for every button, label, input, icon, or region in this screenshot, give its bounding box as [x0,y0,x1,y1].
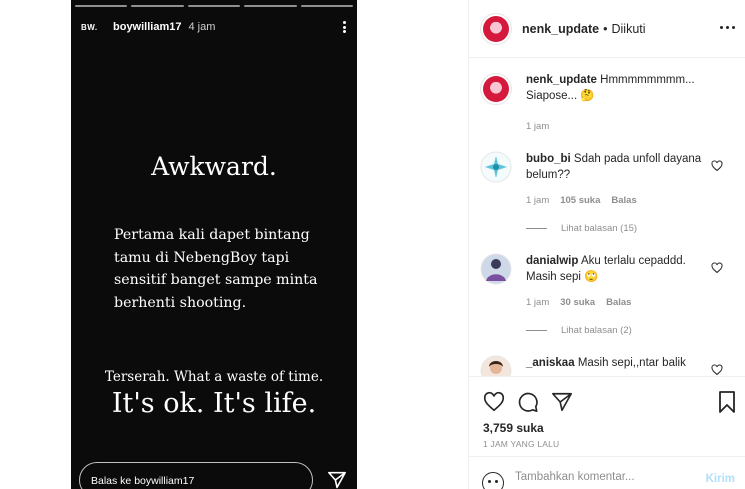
view-replies-button[interactable]: Lihat balasan (2) [526,325,632,336]
story-body-text: Pertama kali dapet bintang tamu di Neben… [114,227,318,311]
post-comment-button[interactable]: Kirim [706,473,735,485]
post-header: nenk_update • Diikuti [469,0,745,58]
comments-list: nenk_update Hmmmmmmmm... Siapose... 🤔 1 … [469,59,745,376]
progress-segment [187,5,241,7]
post-side-panel: nenk_update • Diikuti nenk_update Hmmmmm… [468,0,745,489]
story-progress-bar [75,5,354,7]
comment-icon[interactable] [517,391,539,413]
progress-segment [244,5,297,7]
share-icon[interactable] [551,391,573,413]
more-options-icon[interactable] [720,26,735,29]
story-title: Awkward. [151,152,277,181]
comment-username[interactable]: bubo_bi [526,153,571,165]
avatar[interactable] [480,151,512,183]
story-reply-input[interactable]: Balas ke boywilliam17 [79,462,313,489]
story-time: 4 jam [188,21,216,33]
post-actions: 3,759 suka 1 JAM YANG LALU [469,376,745,456]
story-username[interactable]: boywilliam17 [113,21,181,33]
story-line-big: It's ok. It's life. [111,388,317,419]
comment-likes[interactable]: 105 suka [560,195,600,206]
comment-text: Masih sepi,,ntar balik [577,357,686,369]
avatar[interactable] [480,73,512,105]
story-line-small: Terserah. What a waste of time. [104,369,324,385]
comment-reply-button[interactable]: Balas [611,195,636,206]
post-time: 1 JAM YANG LALU [483,439,560,449]
comment-username[interactable]: _aniskaa [526,357,575,369]
progress-segment [300,5,354,7]
post-username[interactable]: nenk_update [522,22,599,36]
heart-icon[interactable] [711,262,723,274]
header-separator: • [603,21,608,36]
avatar[interactable] [480,12,512,45]
avatar[interactable] [480,355,512,376]
progress-segment [131,5,184,7]
caption-time: 1 jam [526,121,550,132]
comment-time: 1 jam [526,195,550,206]
caption-username[interactable]: nenk_update [526,74,597,86]
story-header: BW. boywilliam17 4 jam [81,17,349,37]
avatar[interactable] [480,253,512,285]
comment-time: 1 jam [526,297,550,308]
comment-username[interactable]: danialwip [526,255,578,267]
add-comment-bar: Kirim [469,456,745,489]
view-replies-label: Lihat balasan (2) [561,325,632,336]
send-icon[interactable] [327,471,347,489]
more-options-icon[interactable] [339,19,349,35]
view-replies-button[interactable]: Lihat balasan (15) [526,223,637,234]
bookmark-icon[interactable] [717,391,737,413]
instagram-post-view: BW. boywilliam17 4 jam Awkward. Pertama … [0,0,745,489]
progress-segment [75,5,128,7]
heart-icon[interactable] [711,364,723,376]
heart-icon[interactable] [711,160,723,172]
heart-icon[interactable] [483,391,505,413]
follow-status[interactable]: Diikuti [612,22,646,36]
comment-likes[interactable]: 30 suka [560,297,595,308]
emoji-icon[interactable] [482,472,504,489]
story-image: BW. boywilliam17 4 jam Awkward. Pertama … [71,0,357,489]
comment-input[interactable] [515,471,695,483]
likes-count[interactable]: 3,759 suka [483,421,544,435]
comment-reply-button[interactable]: Balas [606,297,631,308]
story-user-logo: BW. [81,22,98,32]
view-replies-label: Lihat balasan (15) [561,223,638,234]
